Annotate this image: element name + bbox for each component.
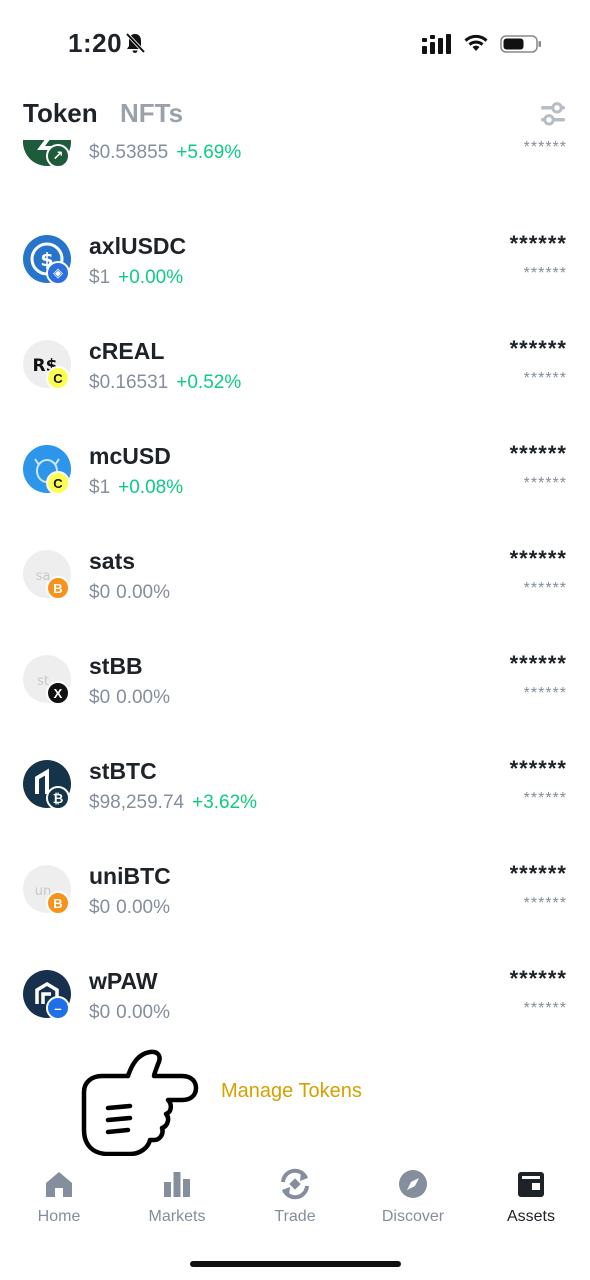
bitcoin-badge: B: [46, 891, 70, 915]
token-change: +0.08%: [118, 477, 184, 498]
token-change: 0.00%: [116, 687, 171, 708]
tab-token[interactable]: Token: [23, 98, 98, 129]
celo-badge: C: [46, 366, 70, 390]
token-balance: ******: [509, 861, 567, 886]
nav-home-label: Home: [37, 1208, 81, 1225]
token-symbol: stBTC: [89, 758, 157, 784]
token-balance: ******: [509, 336, 567, 361]
token-list: ↗ $0.53855 +5.69% ****** $ ◈ axlUSDC $1 +0…: [0, 140, 590, 1030]
token-balance: ******: [509, 231, 567, 256]
nav-home[interactable]: Home: [0, 1160, 118, 1230]
token-balance-usd: ******: [523, 790, 567, 807]
token-row[interactable]: C mcUSD $1 +0.08% ****** ******: [0, 441, 590, 550]
nav-assets-label: Assets: [506, 1208, 555, 1225]
token-balance: ******: [509, 546, 567, 571]
token-change: +0.00%: [118, 267, 184, 288]
nav-discover-label: Discover: [381, 1208, 445, 1225]
token-row[interactable]: – wPAW $0 0.00% ****** ******: [0, 966, 590, 1030]
token-change: +5.69%: [176, 142, 242, 163]
bar-chart-icon: [164, 1172, 190, 1197]
trade-swap-icon: [281, 1168, 309, 1200]
token-symbol: wPAW: [89, 968, 158, 994]
nav-discover[interactable]: Discover: [354, 1160, 472, 1230]
token-price: $0: [89, 1002, 111, 1023]
nav-trade[interactable]: Trade: [236, 1160, 354, 1230]
bell-muted-icon: [125, 32, 146, 54]
wallet-icon: [518, 1172, 544, 1197]
status-time: 1:20: [68, 28, 123, 58]
bottom-nav: Home Markets Trade Discover Assets: [0, 1160, 590, 1240]
token-balance: ******: [509, 441, 567, 466]
token-price: $1: [89, 267, 111, 288]
home-icon: [46, 1172, 72, 1197]
chain-badge: ◈: [46, 261, 70, 285]
token-price: $0: [89, 897, 111, 918]
nav-markets-label: Markets: [148, 1208, 206, 1225]
token-price: $0.53855: [89, 142, 169, 163]
celo-badge: C: [46, 471, 70, 495]
asset-tabs: Token NFTs: [0, 92, 590, 138]
token-balance: ******: [509, 651, 567, 676]
wifi-icon: [464, 34, 488, 51]
token-row[interactable]: R$ C cREAL $0.16531 +0.52% ****** ******: [0, 336, 590, 445]
compass-icon: [399, 1170, 427, 1198]
token-balance-usd: ******: [523, 265, 567, 282]
token-price: $98,259.74: [89, 792, 185, 813]
token-row[interactable]: sa B sats $0 0.00% ****** ******: [0, 546, 590, 655]
token-balance-usd: ******: [523, 895, 567, 912]
token-change: +3.62%: [192, 792, 258, 813]
token-change: +0.52%: [176, 372, 242, 393]
token-symbol: mcUSD: [89, 443, 171, 469]
nav-assets[interactable]: Assets: [472, 1160, 590, 1230]
manage-tokens-area: Manage Tokens: [0, 1040, 590, 1160]
cellular-signal-icon: [422, 34, 451, 54]
token-balance-usd: ******: [523, 580, 567, 597]
token-symbol: stBB: [89, 653, 143, 679]
filter-settings-icon[interactable]: [540, 100, 566, 128]
token-row[interactable]: un B uniBTC $0 0.00% ****** ******: [0, 861, 590, 970]
home-indicator: [190, 1261, 401, 1267]
token-change: 0.00%: [116, 897, 171, 918]
manage-tokens-link[interactable]: Manage Tokens: [221, 1080, 362, 1103]
bitcoin-badge: B: [46, 576, 70, 600]
nav-trade-label: Trade: [274, 1208, 316, 1225]
token-symbol: sats: [89, 548, 136, 574]
battery-icon: [500, 35, 541, 53]
token-symbol: uniBTC: [89, 863, 171, 889]
tab-nfts[interactable]: NFTs: [120, 98, 183, 129]
chain-badge: ↗: [46, 144, 70, 168]
token-balance-usd: ******: [523, 140, 567, 156]
token-balance: ******: [509, 966, 567, 991]
status-bar: 1:20: [0, 0, 590, 88]
token-price: $0: [89, 687, 111, 708]
token-balance-usd: ******: [523, 1000, 567, 1017]
token-row[interactable]: $ ◈ axlUSDC $1 +0.00% ****** ******: [0, 231, 590, 340]
token-balance-usd: ******: [523, 370, 567, 387]
nav-markets[interactable]: Markets: [118, 1160, 236, 1230]
bitcoin-badge: ₿: [46, 786, 70, 810]
token-balance-usd: ******: [523, 475, 567, 492]
pointing-hand-icon: [81, 1049, 199, 1156]
token-price: $1: [89, 477, 111, 498]
chain-badge: –: [46, 996, 70, 1020]
token-symbol: cREAL: [89, 338, 165, 364]
token-price: $0.16531: [89, 372, 169, 393]
token-row[interactable]: ₿ stBTC $98,259.74 +3.62% ****** ******: [0, 756, 590, 865]
token-row[interactable]: st X stBB $0 0.00% ****** ******: [0, 651, 590, 760]
token-row[interactable]: ↗ $0.53855 +5.69% ******: [0, 140, 590, 223]
token-balance: ******: [509, 756, 567, 781]
token-symbol: axlUSDC: [89, 233, 187, 259]
token-balance-usd: ******: [523, 685, 567, 702]
x-chain-badge: X: [46, 681, 70, 705]
token-price: $0: [89, 582, 111, 603]
token-change: 0.00%: [116, 1002, 171, 1023]
token-change: 0.00%: [116, 582, 171, 603]
